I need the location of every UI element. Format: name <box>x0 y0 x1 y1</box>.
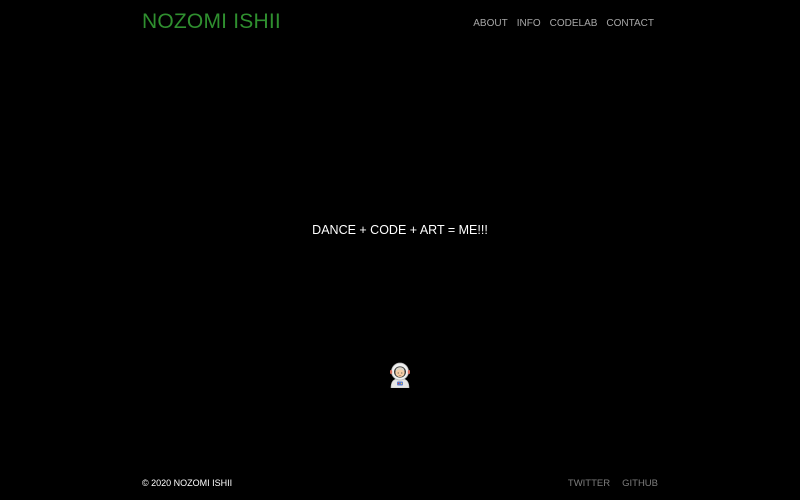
top-nav: ABOUT INFO CODELAB CONTACT <box>473 18 654 30</box>
astronaut-icon <box>388 362 412 389</box>
footer-links: TWITTER GITHUB <box>568 478 658 489</box>
twitter-link[interactable]: TWITTER <box>568 478 610 489</box>
tagline: DANCE + CODE + ART = ME!!! <box>312 223 488 237</box>
nav-codelab-link[interactable]: CODELAB <box>550 18 598 30</box>
site-title-link[interactable]: NOZOMI ISHII <box>142 9 281 35</box>
copyright-text: © 2020 NOZOMI ISHII <box>142 478 233 488</box>
nav-contact-link[interactable]: CONTACT <box>606 18 654 30</box>
page: NOZOMI ISHII ABOUT INFO CODELAB CONTACT … <box>0 0 800 500</box>
nav-about-link[interactable]: ABOUT <box>473 18 507 30</box>
nav-info-link[interactable]: INFO <box>517 18 541 30</box>
github-link[interactable]: GITHUB <box>622 478 658 489</box>
